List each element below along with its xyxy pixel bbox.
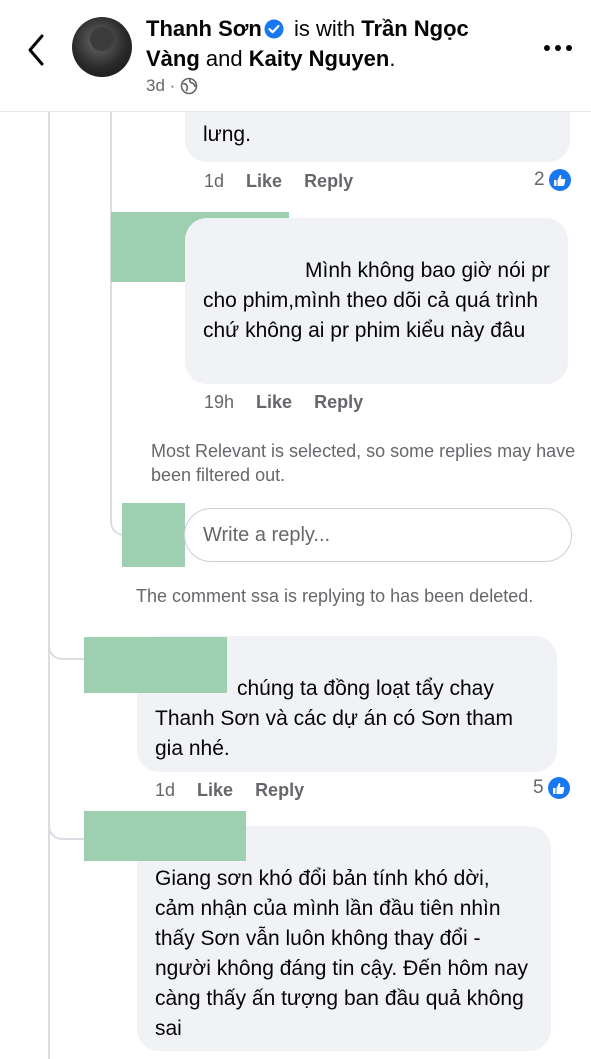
more-options-button[interactable] [536,36,580,60]
reaction-number: 5 [533,777,544,798]
comment-time[interactable]: 1d [155,780,175,801]
comment-bubble: lưng. [185,112,570,162]
post-title: Thanh Sơn is with Trần Ngọc Vàng and Kai… [146,14,526,74]
redacted-avatar [84,811,246,861]
post-header: Thanh Sơn is with Trần Ngọc Vàng and Kai… [0,0,591,112]
redacted-avatar [84,637,227,693]
chevron-left-icon [28,34,44,66]
thread-connector [48,620,84,660]
reply-button[interactable]: Reply [314,392,363,413]
author-name[interactable]: Thanh Sơn [146,16,262,41]
post-meta: 3d · [146,76,198,96]
thread-connector [48,800,84,840]
like-button[interactable]: Like [246,171,282,192]
period: . [389,46,396,71]
reaction-count[interactable]: 2 [534,169,571,191]
like-reaction-icon [547,777,570,799]
back-button[interactable] [18,28,54,72]
comment-time[interactable]: 19h [204,392,234,413]
thread-line-outer [48,112,50,1059]
thread-line-inner [110,112,112,512]
deleted-comment-notice: The comment ssa is replying to has been … [136,586,534,606]
globe-icon [180,77,198,95]
comment-time[interactable]: 1d [204,171,224,192]
tagged-user-2[interactable]: Kaity Nguyen [249,46,390,71]
like-button[interactable]: Like [256,392,292,413]
reaction-count[interactable]: 5 [533,777,570,799]
comment-actions: 1d Like Reply [204,171,375,192]
with-text: is with [287,16,362,41]
reply-button[interactable]: Reply [255,780,304,801]
comment-bubble: Mình không bao giờ nói pr cho phim,mình … [185,218,568,384]
and-text: and [199,46,249,71]
comment-text: Mình không bao giờ nói pr cho phim,mình … [203,259,550,342]
filter-notice: Most Relevant is selected, so some repli… [151,441,576,485]
comment-actions: 1d Like Reply [155,780,326,801]
post-time[interactable]: 3d · [146,76,175,96]
reply-button[interactable]: Reply [304,171,353,192]
verified-badge-icon [264,17,284,39]
reaction-number: 2 [534,169,545,190]
redacted-avatar [122,503,185,567]
reply-placeholder: Write a reply... [203,523,331,546]
comment-actions: 19h Like Reply [204,392,385,413]
like-reaction-icon [548,169,571,191]
reply-input[interactable]: Write a reply... [184,508,572,562]
author-avatar[interactable] [72,17,132,77]
like-button[interactable]: Like [197,780,233,801]
comment-text: Giang sơn khó đổi bản tính khó dời, cảm … [155,867,528,1040]
comment-text: lưng. [203,123,251,146]
